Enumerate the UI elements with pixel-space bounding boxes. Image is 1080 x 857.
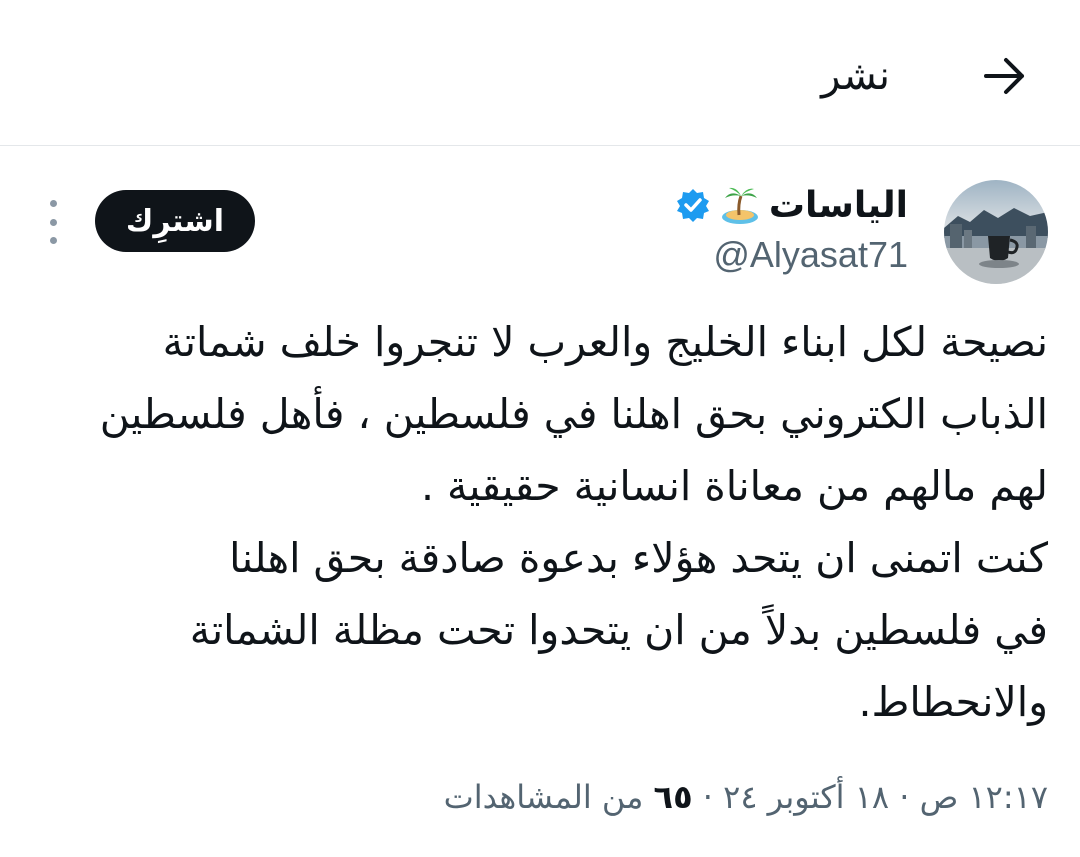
desert-island-emoji-icon <box>719 184 761 226</box>
tweet-time[interactable]: ١٢:١٧ ص <box>920 778 1048 816</box>
author-name: الياسات <box>768 184 908 226</box>
subscribe-button[interactable]: اشترِك <box>95 190 255 252</box>
verified-badge-icon[interactable] <box>675 187 711 223</box>
meta-separator: · <box>702 778 713 816</box>
author-handle[interactable]: @Alyasat71 <box>713 234 908 276</box>
more-options-button[interactable] <box>38 200 68 244</box>
back-button[interactable] <box>975 46 1035 106</box>
tweet-meta: ١٢:١٧ ص · ١٨ أكتوبر ٢٤ · ٦٥ من المشاهدات <box>444 772 1048 822</box>
tweet-text-line: والانحطاط. <box>858 678 1048 726</box>
tweet-text-line: كنت اتمنى ان يتحد هؤلاء بدعوة صادقة بحق … <box>229 534 1048 582</box>
page-title: نشر <box>821 53 890 99</box>
top-bar: نشر <box>0 0 1080 146</box>
author-name-row[interactable]: الياسات <box>675 178 908 232</box>
tweet-text-line: نصيحة لكل ابناء الخليج والعرب لا تنجروا … <box>162 318 1048 366</box>
meta-separator: · <box>899 778 910 816</box>
tweet-text-line: لهم مالهم من معاناة انسانية حقيقية . <box>420 462 1048 510</box>
more-vertical-icon-dot <box>49 200 57 207</box>
more-vertical-icon-dot <box>49 218 57 226</box>
tweet-text: نصيحة لكل ابناء الخليج والعرب لا تنجروا … <box>70 306 1048 738</box>
arrow-right-icon <box>984 58 1024 94</box>
avatar-image <box>944 180 1048 284</box>
avatar[interactable] <box>944 180 1048 284</box>
tweet-date[interactable]: ١٨ أكتوبر ٢٤ <box>723 778 889 816</box>
more-vertical-icon-dot <box>49 237 57 244</box>
tweet-detail-page: نشر الياسات @Alyasat71 اشترِك نصيحة لكل … <box>0 0 1080 857</box>
tweet-text-line: الذباب الكتروني بحق اهلنا في فلسطين ، فأ… <box>99 390 1048 438</box>
views-label: من المشاهدات <box>443 778 644 816</box>
views-count: ٦٥ <box>653 778 693 816</box>
tweet-text-line: في فلسطين بدلاً من ان يتحدوا تحت مظلة ال… <box>189 606 1048 654</box>
